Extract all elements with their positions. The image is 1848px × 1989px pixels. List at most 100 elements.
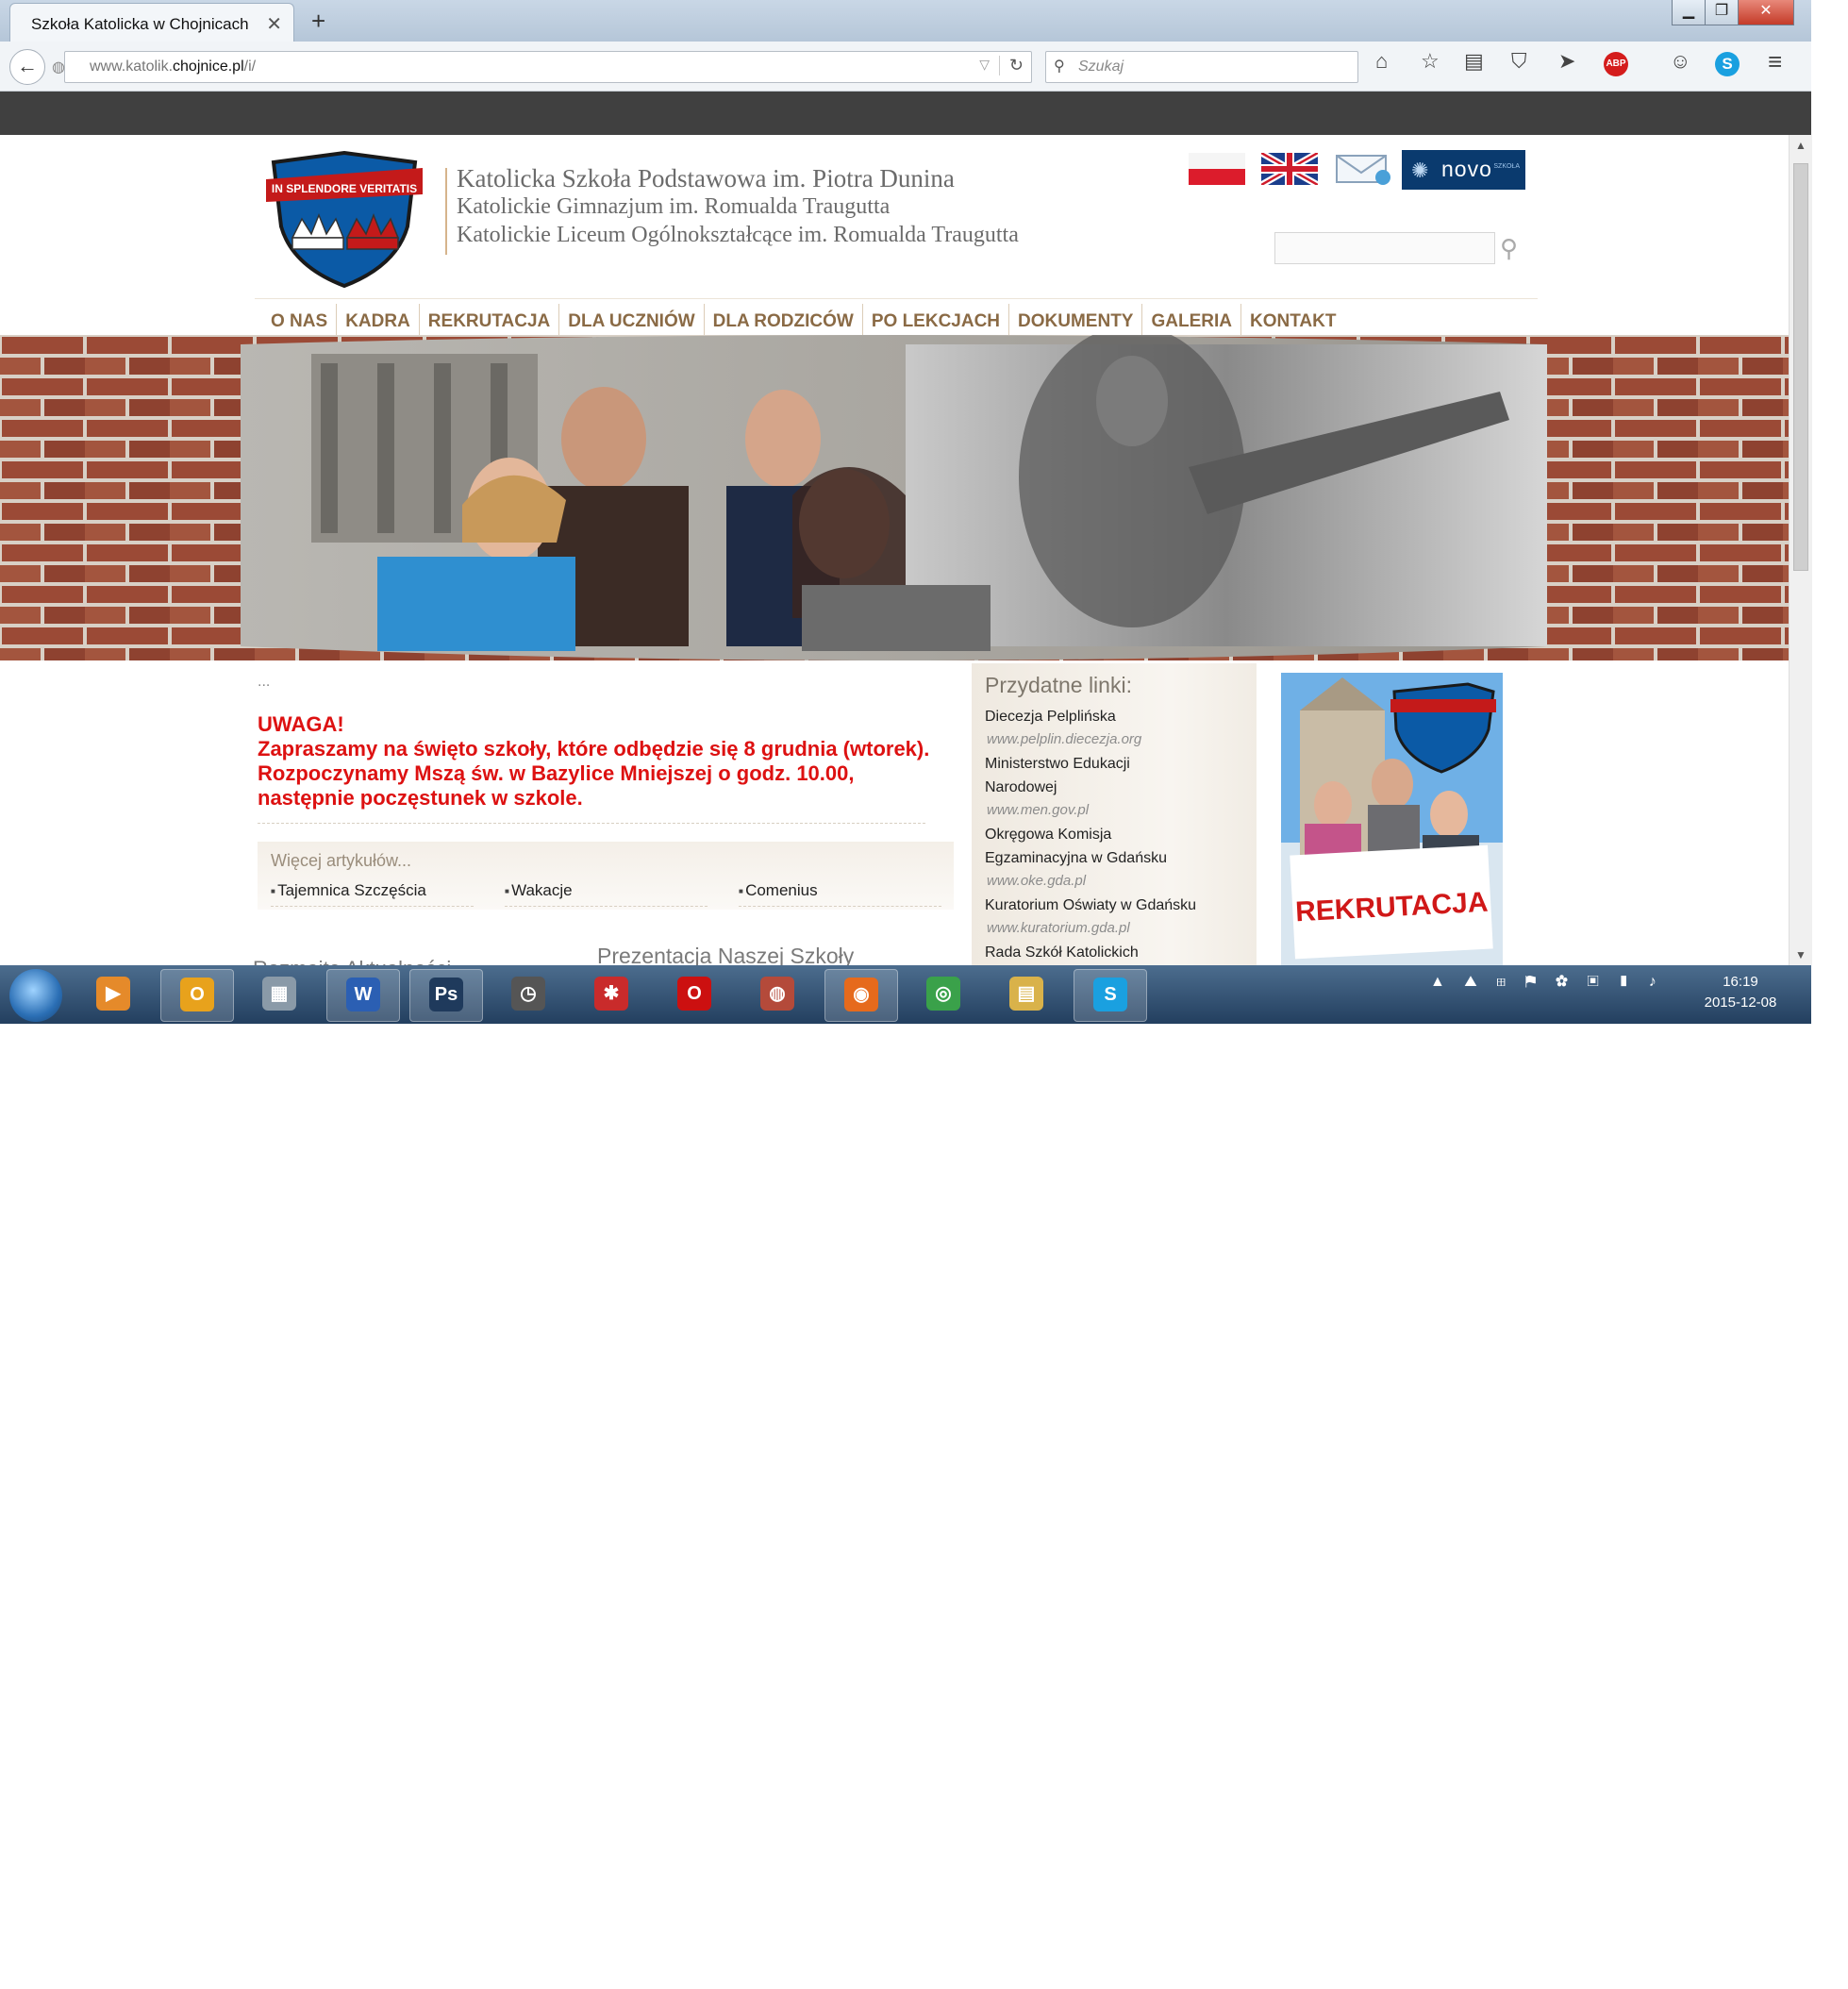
taskbar-clock[interactable]: 16:19 2015-12-08 [1698, 972, 1783, 1013]
page-top-band [0, 92, 1811, 135]
new-tab-icon[interactable]: + [311, 7, 325, 36]
url-dropdown-icon[interactable]: ▽ [979, 57, 990, 73]
scroll-down-icon[interactable]: ▼ [1795, 948, 1806, 961]
browser-tab-strip: Szkoła Katolicka w Chojnicach ✕ + ▁ ❐ ✕ [0, 0, 1811, 42]
novo-school-logo[interactable]: ✺ novo SZKOŁA [1402, 150, 1525, 190]
menu-icon[interactable]: ≡ [1768, 47, 1782, 76]
menu-top-line [255, 298, 1538, 299]
link-kuratorium[interactable]: Kuratorium Oświaty w Gdańsku [985, 894, 1196, 917]
notice-body: Zapraszamy na święto szkoły, które odbęd… [258, 737, 930, 810]
taskbar-app-explorer[interactable]: ▤ [991, 969, 1062, 1020]
explorer-icon: ▤ [1009, 977, 1043, 1011]
start-button[interactable] [9, 969, 62, 1022]
close-window-button[interactable]: ✕ [1738, 0, 1794, 25]
taskbar-app-media-player[interactable]: ▶ [77, 969, 149, 1020]
browser-toolbar: ← ◍ www.katolik.chojnice.pl/i/ ▽ ↻ ⚲ Szu… [0, 42, 1811, 92]
english-flag-icon[interactable] [1261, 153, 1318, 185]
mail-icon[interactable] [1334, 151, 1392, 187]
link-men[interactable]: Ministerstwo Edukacji [985, 752, 1130, 776]
scrollbar-thumb[interactable] [1793, 163, 1808, 571]
browser-search-box[interactable]: ⚲ Szukaj [1045, 51, 1358, 83]
home-icon[interactable]: ⌂ [1375, 49, 1388, 74]
taskbar-app-word[interactable]: W [326, 969, 400, 1022]
outlook-icon: O [180, 978, 214, 1011]
taskbar-app-photoshop[interactable]: Ps [409, 969, 483, 1022]
vertical-scrollbar[interactable]: ▲ ▼ [1789, 135, 1812, 965]
back-icon[interactable]: ← [9, 49, 45, 85]
school-logo[interactable]: IN SPLENDORE VERITATIS [264, 151, 425, 288]
globe-icon: ✺ [1411, 159, 1429, 182]
close-tab-icon[interactable]: ✕ [266, 12, 282, 36]
logo-motto: IN SPLENDORE VERITATIS [272, 182, 417, 195]
site-search-input[interactable] [1274, 232, 1495, 264]
article-link[interactable]: Tajemnica Szczęścia [271, 881, 474, 907]
chat-icon[interactable]: ☺ [1670, 49, 1690, 74]
address-bar[interactable]: ◍ www.katolik.chojnice.pl/i/ ▽ ↻ [52, 51, 1032, 83]
skype-icon: S [1093, 978, 1127, 1011]
taskbar-app-globe-app[interactable]: ◍ [741, 969, 813, 1020]
reload-icon[interactable]: ↻ [998, 56, 1024, 75]
archive-icon: ▦ [262, 977, 296, 1011]
maximize-window-button[interactable]: ❐ [1705, 0, 1739, 25]
star-icon[interactable]: ☆ [1421, 49, 1440, 74]
clock-date: 2015-12-08 [1704, 994, 1777, 1011]
taskbar-app-firefox[interactable]: ◉ [824, 969, 898, 1022]
header-banner-photo [0, 335, 1789, 660]
notice-title: UWAGA! [258, 712, 344, 736]
header-divider [445, 168, 447, 255]
opera-icon: O [677, 977, 711, 1011]
system-tray[interactable]: ▲ ⛰ ⊞ ⚑ ✿ ▣ ▮ ♪ [1430, 974, 1664, 991]
chrome-icon: ◎ [926, 977, 960, 1011]
globe-app-icon: ◍ [760, 977, 794, 1011]
more-articles-heading[interactable]: Więcej artykułów... [271, 851, 411, 871]
link-oke[interactable]: Okręgowa Komisja [985, 823, 1111, 846]
url-text: www.katolik.chojnice.pl/i/ [90, 58, 257, 75]
scroll-up-icon[interactable]: ▲ [1795, 139, 1806, 152]
taskbar-app-archive[interactable]: ▦ [243, 969, 315, 1020]
taskbar-app-chrome[interactable]: ◎ [907, 969, 979, 1020]
novo-sub: SZKOŁA [1493, 163, 1520, 170]
link-rada[interactable]: Rada Szkół Katolickich [985, 941, 1139, 964]
link-url[interactable]: www.pelplin.diecezja.org [987, 731, 1141, 747]
school-name-primary: Katolicka Szkoła Podstawowa im. Piotra D… [457, 164, 955, 192]
polish-flag-icon[interactable] [1189, 153, 1245, 185]
taskbar-app-skype[interactable]: S [1074, 969, 1147, 1022]
photoshop-icon: Ps [429, 978, 463, 1011]
reading-list-icon[interactable]: ▤ [1464, 49, 1484, 74]
taskbar-app-opera[interactable]: O [658, 969, 730, 1020]
link-men-line2[interactable]: Narodowej [985, 776, 1057, 799]
article-link[interactable]: Comenius [739, 881, 941, 907]
school-name-liceum: Katolickie Liceum Ogólnokształcące im. R… [457, 223, 1019, 247]
skype-icon[interactable]: S [1715, 52, 1740, 76]
search-icon[interactable]: ⚲ [1500, 234, 1518, 263]
word-icon: W [346, 978, 380, 1011]
link-url[interactable]: www.kuratorium.gda.pl [987, 920, 1130, 936]
send-icon[interactable]: ➤ [1558, 49, 1575, 74]
minimize-window-button[interactable]: ▁ [1672, 0, 1706, 25]
taskbar-app-clock-app[interactable]: ◷ [492, 969, 564, 1020]
clock-time: 16:19 [1723, 974, 1758, 990]
school-name-gimnazjum: Katolickie Gimnazjum im. Romualda Traugu… [457, 194, 891, 219]
taskbar-app-outlook[interactable]: O [160, 969, 234, 1022]
ellipsis-text: ... [258, 674, 271, 690]
link-oke-line2[interactable]: Egzaminacyjna w Gdańsku [985, 846, 1167, 870]
adblock-icon[interactable]: ABP [1604, 52, 1628, 76]
divider [258, 823, 925, 824]
tool-app-icon: ✱ [594, 977, 628, 1011]
recruitment-banner[interactable]: REKRUTACJA [1281, 673, 1503, 965]
pocket-icon[interactable]: ⛉ [1511, 49, 1527, 74]
show-desktop-button[interactable] [1798, 1930, 1812, 1989]
link-url[interactable]: www.oke.gda.pl [987, 873, 1086, 889]
link-url[interactable]: www.men.gov.pl [987, 802, 1089, 818]
useful-links-heading: Przydatne linki: [985, 673, 1132, 697]
browser-tab[interactable]: Szkoła Katolicka w Chojnicach ✕ [9, 3, 294, 42]
search-icon: ⚲ [1054, 58, 1065, 75]
more-articles-panel: Więcej artykułów... Tajemnica Szczęścia … [258, 842, 954, 910]
novo-label: novo [1441, 157, 1492, 181]
firefox-icon: ◉ [844, 978, 878, 1011]
site-info-icon[interactable]: ◍ [52, 58, 65, 76]
link-diecezja[interactable]: Diecezja Pelplińska [985, 705, 1116, 728]
notice-block: UWAGA! Zapraszamy na święto szkoły, któr… [258, 712, 937, 811]
article-link[interactable]: Wakacje [505, 881, 708, 907]
taskbar-app-tool-app[interactable]: ✱ [575, 969, 647, 1020]
